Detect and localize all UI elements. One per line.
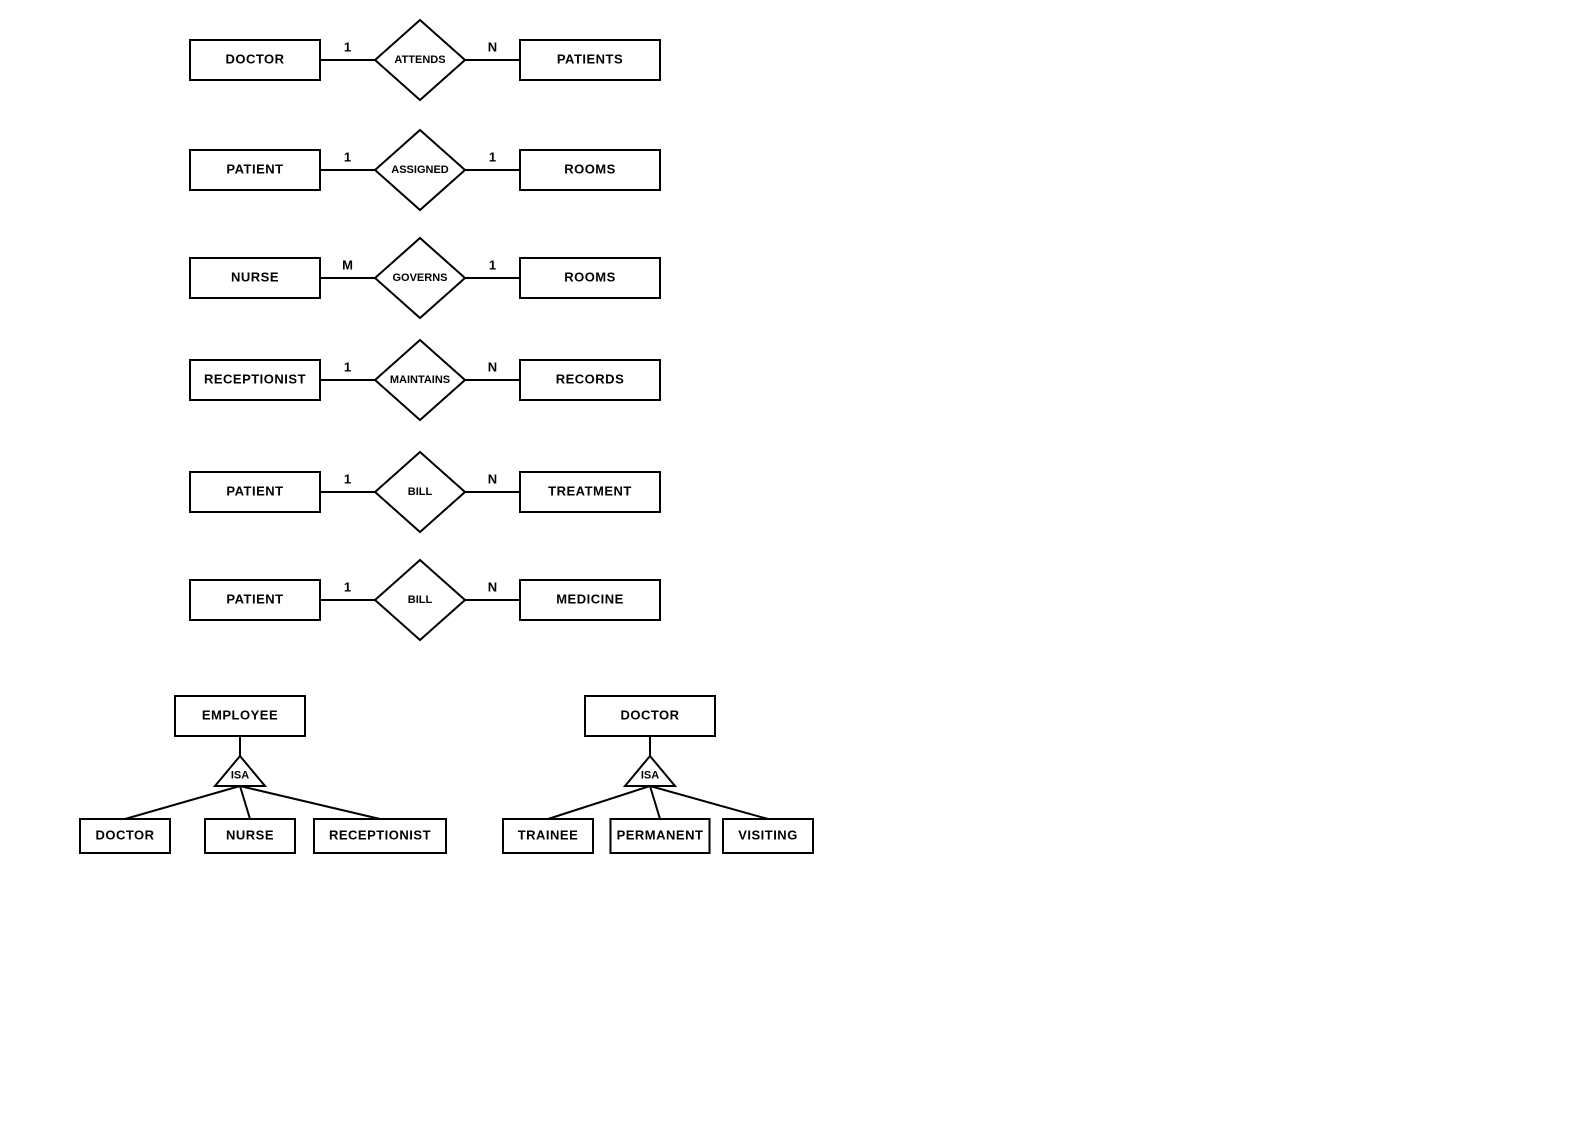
cardinality-left: M [342, 257, 353, 272]
cardinality-left: 1 [344, 471, 351, 486]
cardinality-right: 1 [489, 257, 496, 272]
entity-permanent: PERMANENT [617, 827, 704, 842]
relationship-assigned: ASSIGNED [391, 164, 449, 176]
cardinality-right: N [488, 359, 497, 374]
cardinality-right: N [488, 471, 497, 486]
isa-label: ISA [641, 769, 659, 781]
relationship-governs: GOVERNS [392, 272, 447, 284]
entity-receptionist: RECEPTIONIST [204, 371, 306, 386]
cardinality-left: 1 [344, 39, 351, 54]
entity-receptionist: RECEPTIONIST [329, 827, 431, 842]
entity-doctor: DOCTOR [225, 51, 284, 66]
entity-nurse: NURSE [226, 827, 274, 842]
relationship-bill: BILL [408, 594, 433, 606]
entity-rooms: ROOMS [564, 161, 616, 176]
relationship-maintains: MAINTAINS [390, 374, 450, 386]
entity-employee: EMPLOYEE [202, 707, 278, 722]
cardinality-right: 1 [489, 149, 496, 164]
entity-treatment: TREATMENT [548, 483, 632, 498]
entity-nurse: NURSE [231, 269, 279, 284]
cardinality-right: N [488, 579, 497, 594]
entity-patients: PATIENTS [557, 51, 623, 66]
relationship-attends: ATTENDS [394, 54, 445, 66]
entity-medicine: MEDICINE [556, 591, 624, 606]
er-diagram: DOCTOR PATIENTS ATTENDS 1 N PATIENT ROOMS ASSIG… [0, 0, 1594, 1140]
entity-patient: PATIENT [226, 161, 283, 176]
entity-trainee: TRAINEE [518, 827, 579, 842]
entity-doctor: DOCTOR [620, 707, 679, 722]
isa-label: ISA [231, 769, 249, 781]
cardinality-left: 1 [344, 359, 351, 374]
entity-patient: PATIENT [226, 591, 283, 606]
entity-records: RECORDS [556, 371, 625, 386]
cardinality-left: 1 [344, 149, 351, 164]
cardinality-right: N [488, 39, 497, 54]
relationship-bill: BILL [408, 486, 433, 498]
entity-visiting: VISITING [738, 827, 798, 842]
entity-rooms: ROOMS [564, 269, 616, 284]
entity-doctor: DOCTOR [95, 827, 154, 842]
cardinality-left: 1 [344, 579, 351, 594]
entity-patient: PATIENT [226, 483, 283, 498]
